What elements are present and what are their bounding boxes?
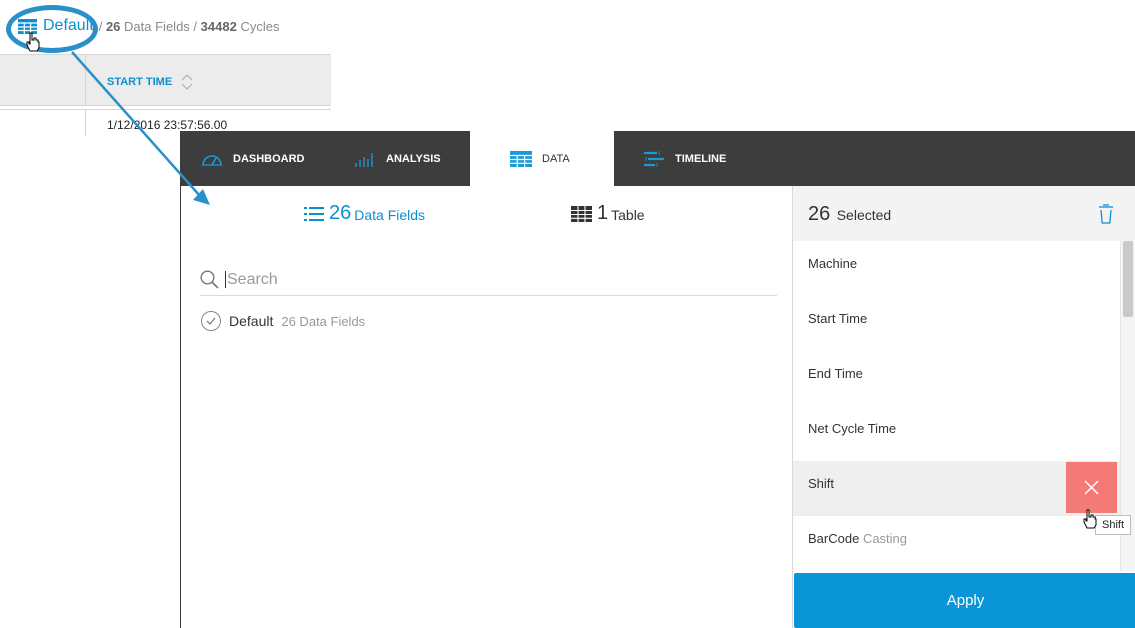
hand-cursor-icon bbox=[26, 32, 40, 52]
selected-fields-pane: 26 Selected Machine Start Time End Time … bbox=[792, 186, 1135, 628]
dataset-item-name: Default bbox=[229, 313, 274, 329]
sort-icon[interactable] bbox=[181, 72, 193, 92]
data-fields-label: Data Fields bbox=[354, 207, 426, 223]
cycles-count: 34482 bbox=[200, 18, 237, 34]
selected-item-label: End Time bbox=[808, 366, 863, 381]
remove-field-button[interactable] bbox=[1066, 462, 1117, 513]
cell-divider bbox=[85, 110, 86, 136]
tab-analysis-label: ANALYSIS bbox=[386, 152, 441, 165]
dataset-item-count: 26 Data Fields bbox=[281, 313, 366, 329]
selected-item-sublabel: Casting bbox=[862, 531, 908, 546]
selected-item-label: Start Time bbox=[808, 311, 868, 326]
selected-item[interactable]: BarCode Casting bbox=[793, 516, 1120, 571]
selected-count-number: 26 bbox=[808, 203, 831, 225]
text-caret bbox=[225, 271, 226, 288]
fields-count: 26 bbox=[105, 18, 121, 34]
fields-label: Data Fields bbox=[124, 18, 190, 34]
trash-icon[interactable] bbox=[1098, 204, 1114, 224]
tab-data-label: DATA bbox=[542, 152, 570, 165]
tab-dashboard[interactable]: DASHBOARD bbox=[201, 131, 305, 186]
selected-item[interactable]: End Time bbox=[793, 351, 1120, 406]
selected-item-hovered[interactable]: Shift bbox=[793, 461, 1120, 516]
tables-toggle[interactable]: 1 Table bbox=[571, 202, 645, 225]
tab-bar: DASHBOARD ANALYSIS DATA TIMELINE bbox=[181, 131, 1135, 186]
data-fields-pane: 26 Data Fields 1 Table Search Default 26… bbox=[181, 186, 792, 628]
tab-timeline-label: TIMELINE bbox=[675, 152, 727, 165]
selected-item-label: Machine bbox=[808, 256, 858, 271]
search-bar bbox=[200, 264, 777, 296]
column-header-start-time[interactable]: START TIME bbox=[107, 72, 193, 92]
breadcrumb-separator-2: / bbox=[193, 18, 198, 34]
selected-header: 26 Selected bbox=[793, 186, 1135, 241]
tab-data[interactable]: DATA bbox=[470, 131, 614, 186]
selected-item[interactable]: Machine bbox=[793, 241, 1120, 296]
dataset-meta: / 26 Data Fields / 34482 Cycles bbox=[99, 19, 280, 34]
table-grid-icon bbox=[510, 150, 532, 167]
tab-analysis[interactable]: ANALYSIS bbox=[354, 131, 441, 186]
selected-count: 26 Selected bbox=[808, 203, 891, 226]
gauge-icon bbox=[202, 154, 222, 166]
breadcrumb-separator: / bbox=[98, 18, 103, 34]
dataset-item-default[interactable]: Default 26 Data Fields bbox=[201, 311, 365, 331]
close-icon bbox=[1084, 480, 1099, 495]
list-icon bbox=[304, 206, 324, 221]
tab-timeline[interactable]: TIMELINE bbox=[643, 131, 726, 186]
data-fields-count: 26 bbox=[329, 202, 352, 224]
check-circle-icon[interactable] bbox=[201, 311, 221, 331]
hand-cursor-icon bbox=[1083, 509, 1097, 529]
main-panel: DASHBOARD ANALYSIS DATA TIMELINE 26 Data… bbox=[180, 131, 1135, 628]
selected-item-label: Shift bbox=[808, 476, 835, 491]
apply-button[interactable]: Apply bbox=[794, 573, 1135, 628]
selected-list: Machine Start Time End Time Net Cycle Ti… bbox=[793, 241, 1120, 571]
table-cell-start-time: 1/12/2016 23:57:56.00 bbox=[107, 118, 228, 132]
cycles-label: Cycles bbox=[240, 18, 280, 34]
tables-label: Table bbox=[611, 207, 645, 223]
table-icon bbox=[571, 205, 592, 222]
selected-item[interactable]: Net Cycle Time bbox=[793, 406, 1120, 461]
row-separator bbox=[0, 105, 331, 110]
search-icon bbox=[200, 270, 219, 289]
selected-item-label: Net Cycle Time bbox=[808, 421, 897, 436]
scrollbar-thumb[interactable] bbox=[1123, 241, 1133, 317]
column-divider bbox=[85, 55, 86, 106]
column-header-label: START TIME bbox=[107, 76, 173, 88]
data-fields-toggle[interactable]: 26 Data Fields bbox=[304, 202, 425, 225]
timeline-icon bbox=[644, 150, 664, 167]
callout-ring bbox=[6, 5, 98, 53]
table-header: START TIME bbox=[0, 54, 331, 106]
selected-item-text: BarCode Casting bbox=[808, 531, 907, 546]
tab-dashboard-label: DASHBOARD bbox=[233, 152, 305, 165]
tooltip: Shift bbox=[1095, 515, 1132, 535]
bar-chart-icon bbox=[355, 152, 373, 167]
selected-item[interactable]: Start Time bbox=[793, 296, 1120, 351]
selected-count-label: Selected bbox=[836, 207, 892, 223]
background-data-table: START TIME 1/12/2016 23:57:56.00 bbox=[0, 54, 331, 136]
tables-count: 1 bbox=[597, 202, 609, 224]
selected-item-label: BarCode bbox=[808, 531, 860, 546]
search-input[interactable] bbox=[227, 270, 727, 289]
